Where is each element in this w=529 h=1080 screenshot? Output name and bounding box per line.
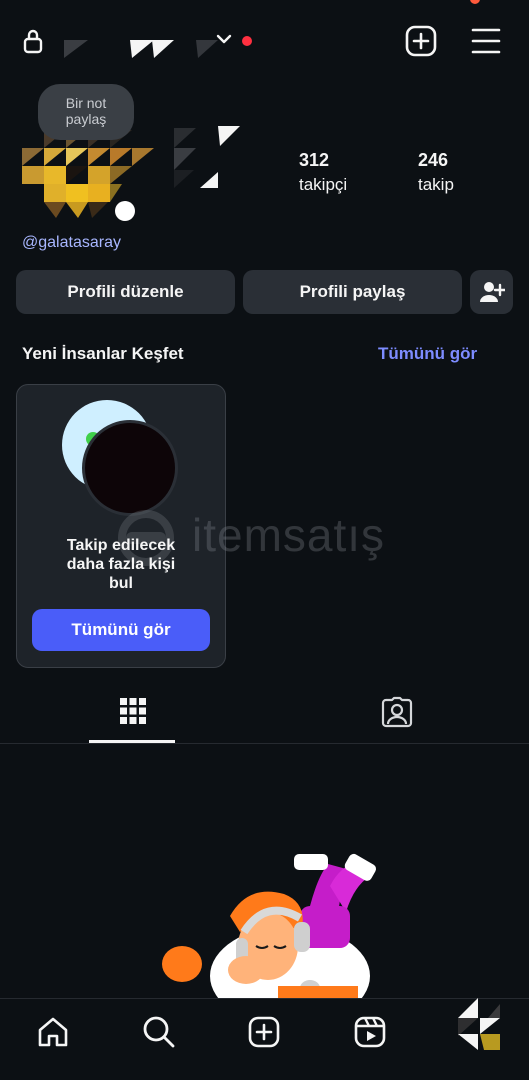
followers-count: 312 — [299, 150, 330, 170]
add-user-icon — [479, 282, 505, 302]
following-count: 246 — [418, 150, 449, 170]
note-text: Bir not paylaş — [65, 95, 107, 127]
tagged-icon[interactable] — [381, 696, 413, 728]
share-profile-button[interactable]: Profili paylaş — [243, 270, 462, 314]
new-post-icon[interactable] — [404, 24, 438, 58]
threads-link[interactable]: @galatasaray — [22, 234, 121, 252]
search-icon[interactable] — [142, 1015, 176, 1049]
tab-divider — [0, 743, 529, 744]
posts-stat-censored — [174, 126, 240, 188]
suggestion-card-text: Takip edilecek daha fazla kişi bul — [66, 537, 176, 592]
note-bubble[interactable]: Bir not paylaş — [38, 84, 134, 140]
suggestion-avatar — [82, 420, 178, 516]
notification-dot-top — [470, 0, 480, 4]
menu-icon[interactable] — [470, 26, 502, 56]
username-censored[interactable] — [62, 36, 232, 66]
followers-label: takipçi — [299, 175, 348, 194]
notification-dot — [242, 36, 252, 46]
profile-avatar-nav[interactable] — [456, 998, 502, 1052]
empty-state-illustration — [162, 853, 377, 1000]
reels-icon[interactable] — [353, 1015, 387, 1049]
card-see-all-button[interactable]: Tümünü gör — [32, 609, 210, 651]
see-all-link[interactable]: Tümünü gör — [378, 344, 477, 364]
followers-stat[interactable]: 312 takipçi — [299, 150, 347, 195]
lock-icon — [23, 29, 43, 54]
chevron-down-icon[interactable] — [215, 32, 233, 46]
add-user-button[interactable] — [470, 270, 513, 314]
create-icon[interactable] — [247, 1015, 281, 1049]
following-label: takip — [418, 175, 454, 194]
grid-icon[interactable] — [119, 697, 147, 725]
add-story-button[interactable] — [112, 198, 138, 224]
top-bar — [0, 0, 529, 84]
home-icon[interactable] — [36, 1015, 70, 1049]
edit-profile-button[interactable]: Profili düzenle — [16, 270, 235, 314]
discover-title: Yeni İnsanlar Keşfet — [22, 344, 184, 363]
following-stat[interactable]: 246 takip — [418, 150, 454, 195]
